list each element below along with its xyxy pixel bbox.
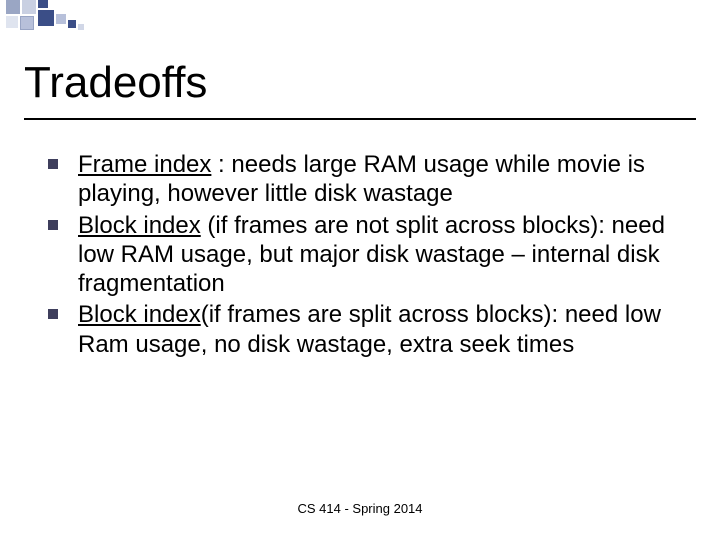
slide-footer: CS 414 - Spring 2014 (0, 501, 720, 516)
list-item-lead: Block index (78, 301, 201, 328)
bullet-square-icon (48, 159, 58, 169)
list-item-text: Block index(if frames are split across b… (78, 301, 661, 357)
list-item-lead: Frame index (78, 151, 211, 178)
title-underline (24, 118, 696, 120)
list-item-text: Frame index : needs large RAM usage whil… (78, 151, 645, 207)
list-item-lead: Block index (78, 212, 201, 239)
bullet-list: Frame index : needs large RAM usage whil… (48, 150, 680, 359)
slide: Tradeoffs Frame index : needs large RAM … (0, 0, 720, 540)
slide-title: Tradeoffs (24, 58, 207, 108)
corner-decoration (0, 0, 92, 38)
list-item-text: Block index (if frames are not split acr… (78, 212, 665, 298)
bullet-square-icon (48, 309, 58, 319)
list-item: Frame index : needs large RAM usage whil… (48, 150, 680, 209)
list-item: Block index(if frames are split across b… (48, 300, 680, 359)
bullet-square-icon (48, 220, 58, 230)
slide-body: Frame index : needs large RAM usage whil… (48, 150, 680, 361)
list-item: Block index (if frames are not split acr… (48, 211, 680, 299)
